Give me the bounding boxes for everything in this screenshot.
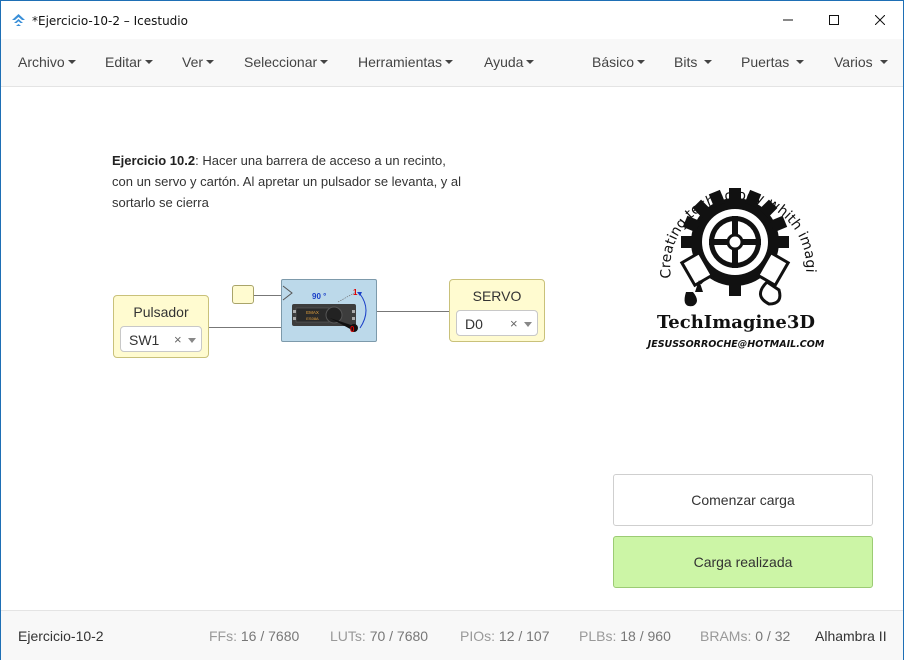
menu-label: Ayuda — [484, 54, 524, 70]
pulsador-pin-value: SW1 — [129, 332, 160, 348]
wire-pulsador-servo[interactable] — [209, 327, 281, 328]
menu-label: Bits — [674, 54, 698, 70]
status-bar: Ejercicio-10-2 FFs: 16 / 7680 LUTs: 70 /… — [1, 610, 903, 660]
close-button[interactable] — [857, 1, 903, 39]
board-selector[interactable]: Alhambra II — [815, 628, 887, 644]
pulsador-pin-select[interactable]: SW1 × — [120, 326, 202, 352]
menu-label: Varios — [834, 54, 873, 70]
stat-label: PIOs: — [460, 628, 496, 644]
servo-brand-text: EMAX — [306, 310, 319, 315]
caret-down-icon — [796, 60, 805, 65]
close-icon — [875, 15, 885, 25]
caret-down-icon — [704, 60, 713, 65]
minimize-icon — [783, 19, 793, 21]
menu-label: Editar — [105, 54, 142, 70]
caret-down-icon — [445, 60, 454, 65]
menu-label: Seleccionar — [244, 54, 318, 70]
menu-archivo[interactable]: Archivo — [18, 54, 76, 70]
constant-input-block[interactable] — [232, 285, 254, 304]
stat-label: FFs: — [209, 628, 237, 644]
caret-down-icon — [67, 60, 76, 65]
menu-label: Herramientas — [358, 54, 443, 70]
app-window: *Ejercicio-10-2 – Icestudio Archivo Edit… — [0, 0, 904, 660]
wire-servo-output[interactable] — [377, 311, 449, 312]
caret-down-icon — [320, 60, 329, 65]
dropdown-arrow-icon[interactable] — [524, 322, 532, 327]
title-bar: *Ejercicio-10-2 – Icestudio — [1, 1, 903, 39]
minimize-button[interactable] — [765, 1, 811, 39]
caret-down-icon — [879, 60, 888, 65]
menu-label: Básico — [592, 54, 635, 70]
menu-herramientas[interactable]: Herramientas — [358, 54, 454, 70]
servo-one-text: 1 — [353, 288, 358, 297]
menu-varios[interactable]: Varios — [834, 54, 888, 70]
start-upload-button[interactable]: Comenzar carga — [613, 474, 873, 526]
stat-value: 0 / 32 — [755, 628, 791, 644]
stat-label: BRAMs: — [700, 628, 752, 644]
menu-seleccionar[interactable]: Seleccionar — [244, 54, 329, 70]
stat-label: LUTs: — [330, 628, 366, 644]
stat-value: 70 / 7680 — [369, 628, 429, 644]
servo-pin-select[interactable]: D0 × — [456, 310, 538, 336]
dropdown-arrow-icon[interactable] — [188, 338, 196, 343]
menu-bar: Archivo Editar Ver Seleccionar Herramien… — [1, 39, 903, 87]
servo-zero-text: 0 — [350, 325, 355, 334]
servo-label: SERVO — [472, 288, 522, 304]
caret-down-icon — [637, 60, 646, 65]
icestudio-logo-icon — [12, 14, 25, 26]
caret-down-icon — [206, 60, 215, 65]
stat-ffs: FFs: 16 / 7680 — [209, 628, 299, 644]
menu-basico[interactable]: Básico — [592, 54, 646, 70]
stat-brams: BRAMs: 0 / 32 — [700, 628, 790, 644]
info-block[interactable]: Ejercicio 10.2: Hacer una barrera de acc… — [112, 150, 462, 213]
menu-label: Puertas — [741, 54, 790, 70]
menu-ayuda[interactable]: Ayuda — [484, 54, 535, 70]
window-title: *Ejercicio-10-2 – Icestudio — [32, 14, 188, 28]
stat-label: PLBs: — [579, 628, 617, 644]
menu-ver[interactable]: Ver — [182, 54, 215, 70]
stat-plbs: PLBs: 18 / 960 — [579, 628, 671, 644]
servo-module-block[interactable]: EMAX ES08A 90 ° 1 0 — [281, 279, 377, 342]
servo-motor-illustration: EMAX ES08A 90 ° 1 0 — [282, 285, 367, 334]
logo-email: JESUSSORROCHE@HOTMAIL.COM — [646, 339, 825, 350]
stat-value: 16 / 7680 — [240, 628, 300, 644]
maximize-button[interactable] — [811, 1, 857, 39]
servo-output-block[interactable]: SERVO D0 × — [449, 279, 545, 342]
servo-angle-text: 90 ° — [312, 292, 326, 301]
servo-model-text: ES08A — [306, 316, 319, 321]
pulsador-block[interactable]: Pulsador SW1 × — [113, 295, 209, 358]
maximize-icon — [829, 15, 839, 25]
stat-value: 18 / 960 — [620, 628, 671, 644]
design-canvas[interactable]: Ejercicio 10.2: Hacer una barrera de acc… — [1, 88, 903, 610]
caret-down-icon — [144, 60, 153, 65]
menu-editar[interactable]: Editar — [105, 54, 153, 70]
info-title: Ejercicio 10.2 — [112, 153, 196, 168]
wire-const-servo[interactable] — [254, 295, 281, 296]
menu-bits[interactable]: Bits — [674, 54, 713, 70]
pulsador-label: Pulsador — [133, 304, 189, 320]
techimagine3d-logo[interactable]: Creating technology whith imagination — [641, 158, 831, 358]
menu-puertas[interactable]: Puertas — [741, 54, 805, 70]
stat-value: 12 / 107 — [498, 628, 550, 644]
stat-pios: PIOs: 12 / 107 — [460, 628, 550, 644]
menu-label: Ver — [182, 54, 204, 70]
project-name: Ejercicio-10-2 — [18, 628, 104, 644]
menu-label: Archivo — [18, 54, 65, 70]
logo-name: TechImagine3D — [657, 312, 815, 333]
stat-luts: LUTs: 70 / 7680 — [330, 628, 428, 644]
clear-icon[interactable]: × — [174, 332, 182, 347]
upload-done-button[interactable]: Carga realizada — [613, 536, 873, 588]
servo-pin-value: D0 — [465, 316, 483, 332]
clear-icon[interactable]: × — [510, 316, 518, 331]
caret-down-icon — [526, 60, 535, 65]
